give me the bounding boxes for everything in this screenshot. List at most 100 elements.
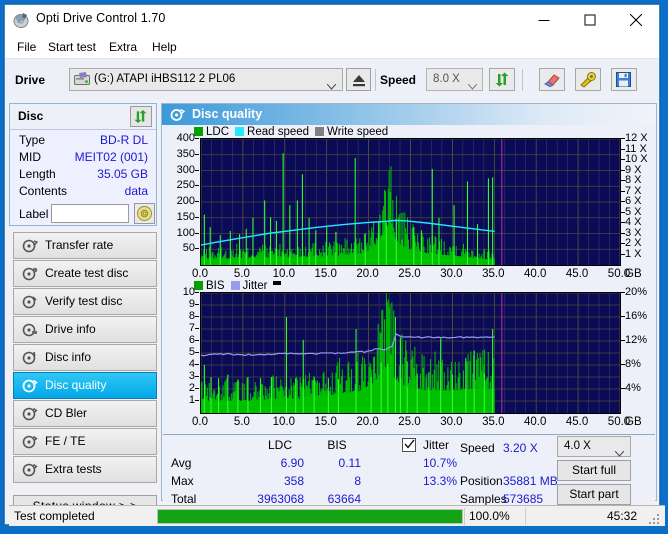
toolbar: Drive (G:) ATAPI iHBS112 2 PL06 Speed 8.… — [5, 58, 659, 101]
test-speed-select[interactable]: 4.0 X — [557, 436, 631, 457]
chevron-down-icon — [467, 77, 478, 95]
maximize-button[interactable] — [567, 5, 613, 35]
stats-avg-ldc: 6.90 — [280, 456, 304, 470]
chart2-ytick: 8 — [162, 310, 199, 322]
chart1-xtick: 30.0 — [440, 268, 463, 280]
stats-samples-value: 573685 — [503, 492, 544, 506]
disc-label-button[interactable] — [134, 203, 155, 224]
sidebar-item-disc-quality[interactable]: Disc quality — [13, 372, 157, 399]
drive-icon — [74, 72, 90, 87]
sidebar-item-create-test-disc[interactable]: Create test disc — [13, 260, 157, 287]
stats-avg-bis: 0.11 — [338, 456, 361, 470]
disc-row-key: Length — [19, 167, 56, 181]
sidebar-item-transfer-rate[interactable]: Transfer rate — [13, 232, 157, 259]
chart2-plot-area[interactable] — [200, 292, 621, 414]
chart1-plot-area[interactable] — [200, 138, 621, 266]
chart2-xtick: 0.0 — [192, 416, 208, 428]
chart1-y2tick: 10 X — [621, 153, 648, 165]
sidebar-item-label: Drive info — [45, 322, 96, 336]
save-button[interactable] — [611, 68, 637, 91]
disc-row-value: 35.05 GB — [97, 167, 148, 181]
stats-col-bis: BIS — [327, 438, 347, 452]
chart2-y2-axis: 4% 8% 12% 16% 20% — [620, 286, 661, 414]
chart1-xtick: 15.0 — [314, 268, 337, 280]
chart2-xtick: 20.0 — [356, 416, 379, 428]
status-separator-2 — [525, 508, 526, 525]
fe-te-icon — [22, 434, 38, 450]
chart2-y2tick: 8% — [621, 358, 641, 370]
jitter-checkbox[interactable] — [402, 438, 416, 452]
sidebar-item-label: Disc quality — [45, 378, 107, 392]
sidebar-item-verify-test-disc[interactable]: Verify test disc — [13, 288, 157, 315]
resize-grip[interactable] — [649, 512, 660, 524]
chart2-ytick: 9 — [162, 298, 199, 310]
status-bar: Test completed 100.0% 45:32 — [9, 505, 665, 526]
stats-speed-label: Speed — [460, 441, 495, 455]
drive-select[interactable]: (G:) ATAPI iHBS112 2 PL06 — [69, 68, 343, 91]
chart1-y2tick: 7 X — [621, 184, 642, 197]
sidebar-item-drive-info[interactable]: Drive info — [13, 316, 157, 343]
drive-label: Drive — [15, 73, 46, 87]
eject-button[interactable] — [346, 68, 371, 91]
erase-button[interactable] — [539, 68, 565, 91]
menu-help[interactable]: Help — [148, 39, 181, 55]
chart1-ytick: 100 — [162, 227, 199, 239]
chart1-legend: LDC Read speed Write speed — [194, 126, 394, 138]
chart2-xtick: 5.0 — [233, 416, 250, 428]
disc-row-contents: Contents data — [10, 184, 156, 201]
menu-extra[interactable]: Extra — [105, 39, 141, 55]
menu-start-test[interactable]: Start test — [44, 39, 100, 55]
disc-row-value: data — [124, 184, 148, 198]
disc-row-mid: MID MEIT02 (001) — [10, 150, 156, 167]
disc-row-key: Type — [19, 133, 46, 147]
eraser-icon — [543, 73, 561, 92]
legend-label-bis: BIS — [206, 280, 225, 292]
chart2-x-axis: 0.0 5.0 10.0 15.0 20.0 25.0 30.0 35.0 40.0 45.0 50… — [162, 416, 656, 430]
speed-value: 8.0 X — [433, 73, 460, 85]
minimize-button[interactable] — [521, 5, 567, 35]
sidebar-item-cd-bler[interactable]: CD Bler — [13, 400, 157, 427]
start-part-button[interactable]: Start part — [557, 484, 631, 505]
chart1-ytick: 400 — [162, 132, 199, 144]
sidebar-item-label: Extra tests — [45, 462, 102, 476]
chart2-xtick: 35.0 — [482, 416, 505, 428]
speed-select[interactable]: 8.0 X — [426, 68, 483, 91]
start-full-label: Start full — [571, 463, 616, 477]
chart1-xtick: 20.0 — [356, 268, 379, 280]
panel-title: Disc quality — [192, 107, 263, 121]
menu-file[interactable]: File — [13, 39, 40, 55]
chart1-y-axis: 50 100 150 200 250 300 350 400 — [162, 132, 199, 266]
stats-panel: LDC BIS Jitter Avg 6.90 0.11 10.7% Max 3… — [163, 434, 655, 506]
chart1-y2tick: 4 X — [621, 216, 642, 228]
disc-speed-icon — [22, 238, 39, 254]
disc-label-input[interactable] — [51, 204, 129, 223]
disc-quality-pane: Disc quality LDC Read speed Write speed 50… — [161, 103, 657, 506]
app-window: Opti Drive Control 1.70 File Start test … — [4, 4, 665, 526]
chart2-xtick: 30.0 — [440, 416, 463, 428]
disc-refresh-button[interactable] — [130, 106, 152, 127]
legend-swatch-extra — [273, 281, 282, 285]
legend-label-jitter: Jitter — [242, 280, 268, 292]
close-button[interactable] — [613, 5, 659, 35]
tools-button[interactable] — [575, 68, 601, 91]
refresh-icon — [494, 72, 510, 92]
disc-verify-icon — [22, 294, 38, 310]
refresh-button[interactable] — [489, 68, 515, 91]
progress-percent: 100.0% — [469, 509, 510, 523]
disc-write-icon — [22, 266, 38, 282]
chart1-xtick: 0.0 — [192, 268, 208, 280]
chart2-y2tick: 20% — [620, 286, 648, 298]
disc-panel-title: Disc — [18, 109, 44, 123]
sidebar-item-fe-te[interactable]: FE / TE — [13, 428, 157, 455]
sidebar-item-disc-info[interactable]: Disc info — [13, 344, 157, 371]
stats-max-jitter: 13.3% — [422, 474, 457, 488]
chart2-xtick: 15.0 — [314, 416, 337, 428]
stats-position-label: Position — [460, 474, 503, 488]
chart1-y2tick: 11 X — [621, 142, 647, 155]
stats-total-bis: 63664 — [327, 492, 361, 506]
sidebar-item-extra-tests[interactable]: Extra tests — [13, 456, 157, 483]
title-bar: Opti Drive Control 1.70 — [5, 5, 659, 36]
start-full-button[interactable]: Start full — [557, 460, 631, 481]
stats-col-jitter: Jitter — [423, 438, 450, 452]
legend-label-ldc: LDC — [206, 126, 230, 138]
